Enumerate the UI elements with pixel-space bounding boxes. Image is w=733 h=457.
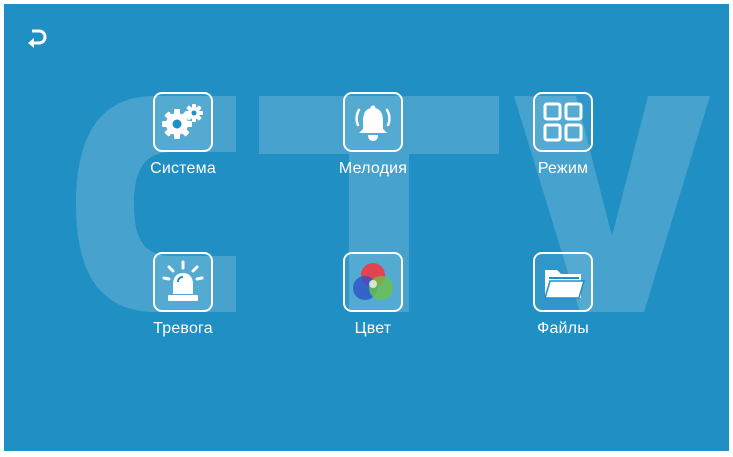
menu-item-melody[interactable]: Мелодия [318,92,428,178]
back-arrow-icon[interactable] [26,26,48,48]
menu-item-label: Цвет [354,320,392,337]
menu-item-color[interactable]: Цвет [318,252,428,338]
menu-item-label: Мелодия [338,160,408,177]
color-icon [343,252,403,312]
menu-item-alarm[interactable]: Тревога [128,252,238,338]
menu-item-label: Файлы [537,320,589,337]
bell-icon [343,92,403,152]
menu-item-files[interactable]: Файлы [508,252,618,338]
folder-icon [533,252,593,312]
menu-item-mode[interactable]: Режим [508,92,618,178]
alarm-icon [153,252,213,312]
menu-item-label: Тревога [153,320,213,337]
grid-icon [533,92,593,152]
gears-icon [153,92,213,152]
menu-item-label: Система [150,160,216,177]
screen: Система Мелодия Режим Тревога Цвет Файлы [4,4,729,451]
ctv-watermark-logo [76,96,710,312]
menu-item-label: Режим [537,160,589,177]
menu-item-system[interactable]: Система [128,92,238,178]
